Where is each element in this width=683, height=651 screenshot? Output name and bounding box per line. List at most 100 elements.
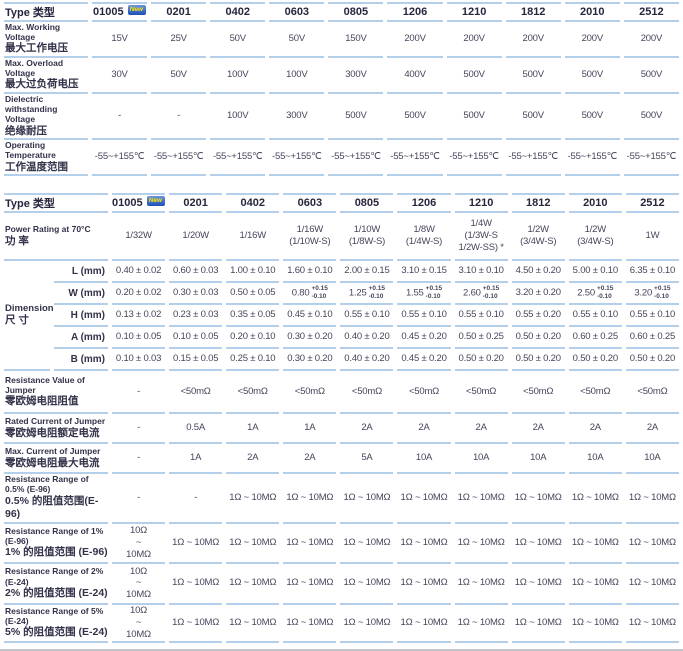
row-label-zh: 零欧姆电阻额定电流	[5, 426, 100, 439]
dimension-label-zh: 尺 寸	[5, 314, 29, 327]
column-header-1210: 1210	[446, 2, 502, 22]
spec-cell: <50mΩ	[454, 371, 508, 415]
table-gap	[0, 176, 683, 193]
spec-cell: 200V	[564, 22, 620, 59]
type-header: Type 类型	[4, 193, 109, 214]
spec-cell: <50mΩ	[568, 371, 622, 415]
column-header-2512: 2512	[623, 2, 679, 22]
spec-cell: 0.50 ± 0.20	[454, 349, 508, 372]
dimension-row: H (mm) 0.13 ± 0.02 0.23 ± 0.03 0.35 ± 0.05 0…	[4, 305, 679, 328]
power-dimension-resistance-table: Type 类型 01005 New 0201 0402 0603 0805 1206 1210…	[0, 193, 683, 643]
spec-cell: 500V	[446, 58, 502, 95]
spec-cell: 0.45 ± 0.20	[397, 349, 451, 372]
column-header-1812: 1812	[511, 193, 565, 214]
spec-cell: 2A	[625, 414, 679, 445]
spec-cell: 1Ω ~ 10MΩ	[169, 524, 223, 564]
spec-cell: <50mΩ	[625, 371, 679, 415]
spec-cell: 0.10 ± 0.05	[169, 327, 223, 350]
spec-cell: -55~+155℃	[564, 140, 620, 177]
spec-cell: 0.10 ± 0.03	[112, 349, 166, 372]
column-header-01005: 01005 New	[92, 2, 148, 22]
spec-cell: 1Ω ~ 10MΩ	[568, 524, 622, 564]
spec-row: Resistance Range of 2% (E-24) 2% 的阻值范围 (E-…	[4, 564, 679, 605]
spec-cell: 3.20 ± 0.20	[511, 283, 565, 306]
row-label-en: Resistance Range of 0.5% (E-96)	[5, 474, 89, 495]
spec-cell: 1Ω ~ 10MΩ	[454, 605, 508, 643]
spec-cell: 200V	[623, 22, 679, 59]
spec-cell: 1A	[283, 414, 337, 445]
spec-cell: 0.60 ± 0.25	[625, 327, 679, 350]
spec-cell: <50mΩ	[340, 371, 394, 415]
column-header-2010: 2010	[568, 193, 622, 214]
spec-cell: 0.13 ± 0.02	[112, 305, 166, 328]
spec-row: Max. Working Voltage 最大工作电压 15V 25V 50V 50V 15…	[4, 22, 679, 59]
spec-cell: -55~+155℃	[328, 140, 384, 177]
spec-cell: 1/4W (1/3W-S 1/2W-SS) *	[454, 213, 508, 262]
column-header-0201: 0201	[151, 2, 207, 22]
row-label-zh: 绝缘耐压	[5, 124, 47, 137]
row-label-en: Max. Overload Voltage	[5, 58, 64, 79]
spec-cell: 150V	[328, 22, 384, 59]
spec-cell: <50mΩ	[226, 371, 280, 415]
spec-cell: 1.55 +0.15 -0.10	[397, 283, 451, 306]
spec-cell: 0.30 ± 0.20	[283, 327, 337, 350]
spec-cell: 10A	[625, 444, 679, 475]
spec-row: Dielectric withstanding Voltage 绝缘耐压 - -100V…	[4, 94, 679, 141]
row-label: Operating Temperature 工作温度范围	[4, 140, 88, 177]
dimension-value: 3.20	[634, 287, 653, 299]
dimension-sub-label: H (mm)	[54, 305, 109, 328]
dimension-sub-label: A (mm)	[54, 327, 109, 350]
tolerance-stack: +0.15 -0.10	[482, 284, 500, 301]
row-label: Resistance Range of 1% (E-96) 1% 的阻值范围 (E-…	[4, 524, 109, 564]
dimension-value: 0.80	[291, 287, 310, 299]
tolerance-stack: +0.15 -0.10	[425, 284, 443, 301]
spec-cell: 2A	[511, 414, 565, 445]
spec-row: Resistance Range of 1% (E-96) 1% 的阻值范围 (E-…	[4, 524, 679, 564]
row-label-zh: 最大工作电压	[5, 42, 68, 55]
spec-cell: -55~+155℃	[151, 140, 207, 177]
spec-cell: -	[112, 371, 166, 415]
spec-cell: -	[112, 414, 166, 445]
spec-cell: 30V	[92, 58, 148, 95]
spec-cell: 1/2W (3/4W-S)	[568, 213, 622, 262]
spec-cell: 1Ω ~ 10MΩ	[397, 524, 451, 564]
spec-cell: 0.15 ± 0.05	[169, 349, 223, 372]
spec-cell: 1Ω ~ 10MΩ	[625, 474, 679, 524]
spec-cell: 2A	[397, 414, 451, 445]
spec-cell: 0.40 ± 0.20	[340, 327, 394, 350]
spec-cell: 25V	[151, 22, 207, 59]
spec-row: Max. Current of Jumper 零欧姆电阻最大电流 -1A 2A 2A 5A…	[4, 444, 679, 475]
spec-cell: 0.55 ± 0.10	[625, 305, 679, 328]
spec-cell: 500V	[446, 94, 502, 141]
spec-cell: 100V	[210, 94, 266, 141]
dimension-row: B (mm) 0.10 ± 0.03 0.15 ± 0.05 0.25 ± 0.10 0…	[4, 349, 679, 372]
spec-cell: 200V	[505, 22, 561, 59]
spec-cell: 50V	[269, 22, 325, 59]
spec-cell: 1Ω ~ 10MΩ	[397, 564, 451, 605]
spec-cell: 0.20 ± 0.10	[226, 327, 280, 350]
spec-cell: 1/32W	[112, 213, 166, 262]
spec-cell: -	[92, 94, 148, 141]
spec-cell: <50mΩ	[283, 371, 337, 415]
spec-cell: <50mΩ	[169, 371, 223, 415]
spec-cell: 0.20 ± 0.02	[112, 283, 166, 306]
spec-cell: 0.45 ± 0.20	[397, 327, 451, 350]
spec-cell: 500V	[387, 94, 443, 141]
spec-cell: 1W	[625, 213, 679, 262]
spec-cell: 1Ω ~ 10MΩ	[226, 605, 280, 643]
spec-cell: -	[112, 474, 166, 524]
row-label-en: Max. Current of Jumper	[5, 446, 101, 457]
spec-cell: 0.80 +0.15 -0.10	[283, 283, 337, 306]
dimension-value: 2.50	[577, 287, 595, 299]
spec-cell: 1.00 ± 0.10	[226, 261, 280, 284]
spec-cell: 10A	[397, 444, 451, 475]
spec-cell: 0.25 ± 0.10	[226, 349, 280, 372]
tolerance-stack: +0.15 -0.10	[596, 284, 614, 301]
spec-cell: 2A	[283, 444, 337, 475]
spec-row: Operating Temperature 工作温度范围 -55~+155℃ -55~…	[4, 140, 679, 177]
spec-cell: 2A	[454, 414, 508, 445]
t1-header: Type 类型 01005 New 0201 0402 0603 0805 1206 1210…	[4, 2, 679, 22]
spec-cell: 1.25 +0.15 -0.10	[340, 283, 394, 306]
column-header-0402: 0402	[210, 2, 266, 22]
dimension-sub-label: B (mm)	[54, 349, 109, 372]
